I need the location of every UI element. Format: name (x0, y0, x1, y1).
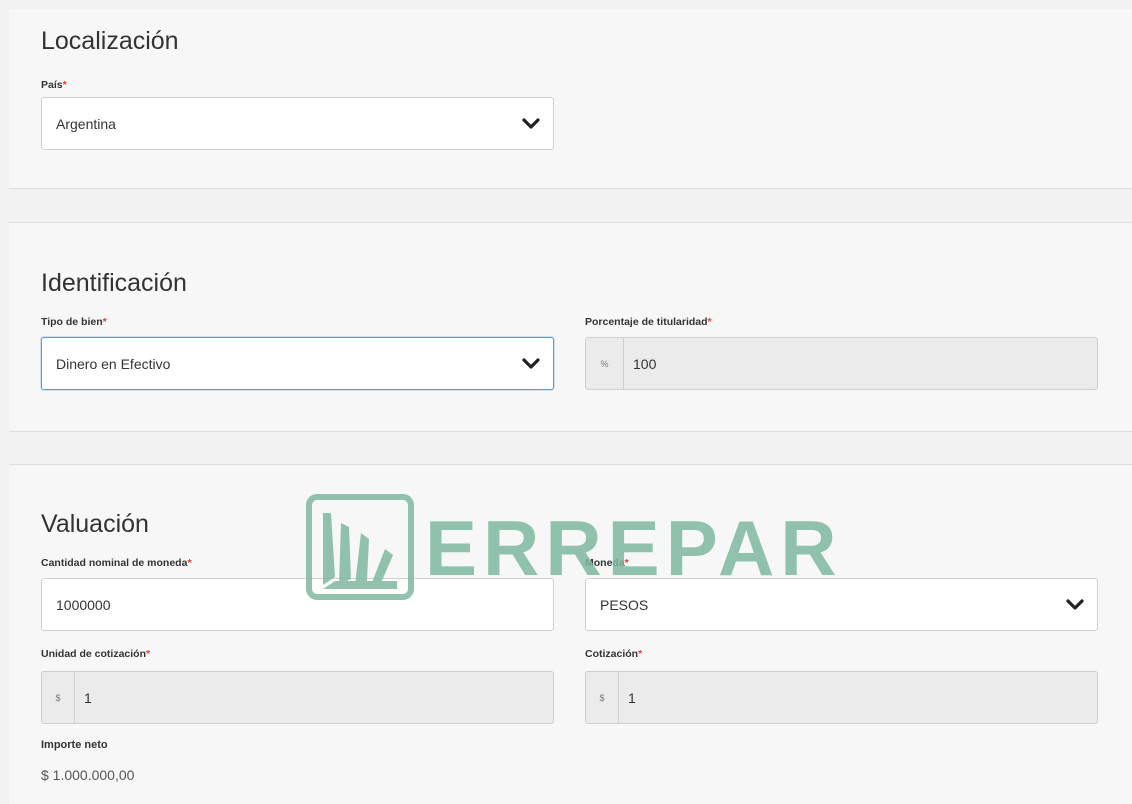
moneda-select[interactable]: PESOS (585, 578, 1098, 631)
cotizacion-value: 1 (628, 689, 636, 706)
cotizacion-label: Cotización* (585, 648, 643, 660)
dollar-addon: $ (42, 672, 75, 723)
pais-label: País* (41, 79, 67, 91)
percent-addon: % (586, 338, 624, 389)
porcentaje-label: Porcentaje de titularidad* (585, 316, 712, 328)
identificacion-section: Identificación Tipo de bien* Dinero en E… (9, 222, 1132, 432)
cotizacion-field[interactable]: $ 1 (585, 671, 1098, 724)
chevron-down-icon (522, 117, 540, 129)
pais-select[interactable]: Argentina (41, 97, 554, 150)
unidad-label: Unidad de cotización* (41, 648, 151, 660)
tipo-bien-label: Tipo de bien* (41, 316, 107, 328)
porcentaje-field[interactable]: % 100 (585, 337, 1098, 390)
chevron-down-icon (1066, 598, 1084, 610)
porcentaje-value: 100 (633, 355, 657, 372)
valuacion-title: Valuación (41, 510, 149, 538)
localizacion-title: Localización (41, 27, 179, 55)
tipo-bien-select[interactable]: Dinero en Efectivo (41, 337, 554, 390)
chevron-down-icon (522, 357, 540, 369)
importe-neto-label: Importe neto (41, 739, 108, 751)
localizacion-section: Localización País* Argentina (9, 9, 1132, 189)
cantidad-value: 1000000 (56, 596, 111, 613)
valuacion-section: Valuación Cantidad nominal de moneda* 10… (9, 464, 1132, 804)
cantidad-label: Cantidad nominal de moneda* (41, 557, 192, 569)
importe-neto-value: $ 1.000.000,00 (41, 767, 135, 783)
unidad-value: 1 (84, 689, 92, 706)
tipo-bien-select-value: Dinero en Efectivo (56, 355, 171, 372)
moneda-label: Moneda* (585, 557, 629, 569)
dollar-addon: $ (586, 672, 619, 723)
cantidad-input[interactable]: 1000000 (41, 578, 554, 631)
identificacion-title: Identificación (41, 269, 187, 297)
pais-select-value: Argentina (56, 115, 116, 132)
unidad-field[interactable]: $ 1 (41, 671, 554, 724)
moneda-select-value: PESOS (600, 596, 649, 613)
